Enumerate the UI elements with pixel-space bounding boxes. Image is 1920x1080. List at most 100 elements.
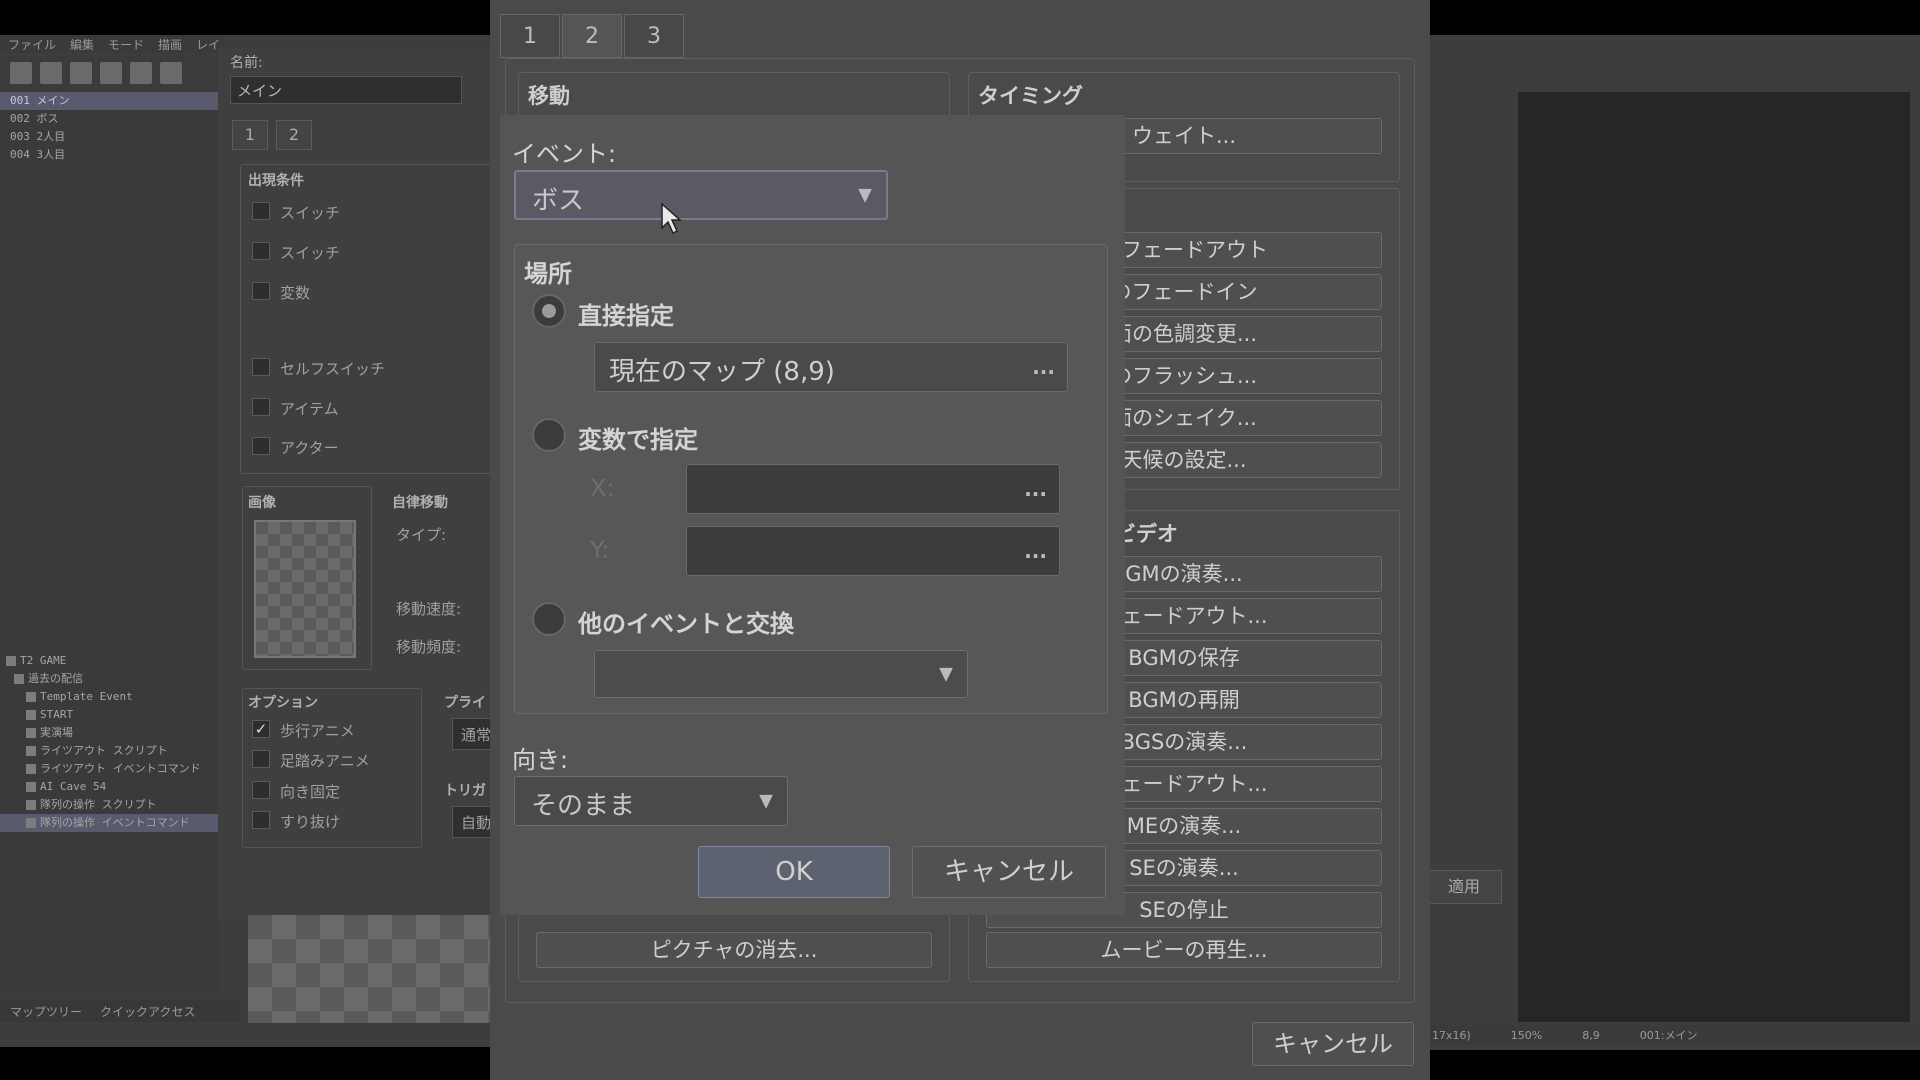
cut-icon[interactable] [100, 62, 122, 84]
map-canvas[interactable] [1518, 92, 1910, 1022]
direct-label: 直接指定 [578, 302, 674, 330]
menu-edit[interactable]: 編集 [70, 36, 94, 53]
condition-checkbox[interactable] [252, 437, 270, 455]
condition-checkbox[interactable] [252, 242, 270, 260]
map-tree: T2 GAME 過去の配信 Template Event START 実演場 ラ… [0, 652, 220, 992]
dialog-cancel-button[interactable]: キャンセル [1252, 1022, 1414, 1066]
open-icon[interactable] [40, 62, 62, 84]
tab-page-1[interactable]: 1 [232, 120, 268, 150]
tab-map-tree[interactable]: マップツリー [10, 1003, 82, 1020]
tree-item[interactable]: START [0, 706, 220, 724]
tree-item[interactable]: 隊列の操作 イベントコマンド [0, 814, 220, 832]
radio-direct[interactable] [532, 294, 566, 328]
direct-location-field[interactable]: 現在のマップ (8,9) ... [594, 342, 1068, 392]
tree-item-label: Template Event [40, 690, 133, 703]
bottom-tabs: マップツリー クイックアクセス [0, 1000, 240, 1022]
priority-title: プライ [444, 695, 486, 711]
map-icon [26, 782, 36, 792]
condition-label: アクター [280, 439, 339, 457]
tree-item[interactable]: AI Cave 54 [0, 778, 220, 796]
tab-3[interactable]: 3 [624, 14, 684, 58]
map-icon [26, 800, 36, 810]
condition-label: 変数 [280, 284, 311, 302]
tab-page-2[interactable]: 2 [276, 120, 312, 150]
x-variable-field[interactable]: ... [686, 464, 1060, 514]
tree-item[interactable]: 実演場 [0, 724, 220, 742]
tab-2[interactable]: 2 [562, 14, 622, 58]
tree-item[interactable]: 隊列の操作 スクリプト [0, 796, 220, 814]
list-item[interactable]: 004 3人目 [0, 146, 220, 164]
save-icon[interactable] [70, 62, 92, 84]
condition-checkbox[interactable] [252, 282, 270, 300]
tree-item-label: ライツアウト イベントコマンド [40, 762, 201, 775]
menu-file[interactable]: ファイル [8, 36, 56, 53]
condition-checkbox[interactable] [252, 358, 270, 376]
tree-item-label: START [40, 708, 74, 721]
map-icon [26, 764, 36, 774]
tree-item[interactable]: 過去の配信 [0, 670, 220, 688]
toolbar [0, 56, 225, 92]
direction-value: そのまま [531, 791, 636, 821]
status-map: 001:メイン [1639, 1029, 1698, 1042]
direct-location-value: 現在のマップ (8,9) [609, 357, 835, 387]
name-label: 名前: [230, 55, 263, 71]
map-icon [14, 674, 24, 684]
menu-layer[interactable]: レイ [196, 36, 220, 53]
radio-exchange[interactable] [532, 602, 566, 636]
list-item[interactable]: 003 2人目 [0, 128, 220, 146]
status-coords: 8,9 [1582, 1028, 1600, 1042]
map-icon [26, 728, 36, 738]
event-image[interactable] [254, 520, 356, 658]
tree-item[interactable]: ライツアウト スクリプト [0, 742, 220, 760]
tree-item-label: 隊列の操作 イベントコマンド [40, 816, 190, 829]
condition-checkbox[interactable] [252, 202, 270, 220]
ok-button[interactable]: OK [698, 846, 890, 898]
menu-draw[interactable]: 描画 [158, 36, 182, 53]
tree-item[interactable]: ライツアウト イベントコマンド [0, 760, 220, 778]
new-icon[interactable] [10, 62, 32, 84]
option-label: 向き固定 [280, 783, 341, 801]
event-select[interactable]: ボス ▼ [514, 170, 888, 220]
status-size: 17x16) [1432, 1028, 1471, 1042]
tree-item[interactable]: T2 GAME [0, 652, 220, 670]
project-icon [6, 656, 16, 666]
option-checkbox[interactable] [252, 750, 270, 768]
conditions-group [240, 164, 500, 474]
condition-checkbox[interactable] [252, 398, 270, 416]
conditions-title: 出現条件 [248, 173, 304, 189]
direction-label: 向き: [512, 746, 569, 774]
option-checkbox-checked[interactable]: ✓ [252, 720, 270, 738]
tree-item-label: ライツアウト スクリプト [40, 744, 168, 757]
more-icon: ... [1024, 539, 1047, 563]
option-checkbox[interactable] [252, 811, 270, 829]
tab-quick-access[interactable]: クイックアクセス [100, 1003, 195, 1020]
option-checkbox[interactable] [252, 781, 270, 799]
auto-speed-label: 移動速度: [396, 600, 462, 618]
timing-title: タイミング [978, 84, 1083, 108]
direction-select[interactable]: そのまま ▼ [514, 776, 788, 826]
tree-item-label: AI Cave 54 [40, 780, 107, 793]
name-field[interactable]: メイン [230, 76, 462, 104]
radio-variable[interactable] [532, 418, 566, 452]
play-movie-button[interactable]: ムービーの再生... [986, 932, 1382, 968]
tree-item[interactable]: Template Event [0, 688, 220, 706]
exchange-event-select[interactable]: ▼ [594, 650, 968, 698]
y-variable-field[interactable]: ... [686, 526, 1060, 576]
apply-button[interactable]: 適用 [1426, 870, 1502, 904]
paste-icon[interactable] [160, 62, 182, 84]
list-item[interactable]: 001 メイン [0, 92, 220, 110]
menu-mode[interactable]: モード [108, 36, 144, 53]
dropdown-arrow-icon: ▼ [858, 184, 872, 206]
tab-1[interactable]: 1 [500, 14, 560, 58]
copy-icon[interactable] [130, 62, 152, 84]
option-label: 足踏みアニメ [280, 752, 370, 770]
mouse-cursor-icon [661, 202, 682, 235]
erase-picture-button[interactable]: ピクチャの消去... [536, 932, 932, 968]
list-item[interactable]: 002 ボス [0, 110, 220, 128]
map-icon [26, 818, 36, 828]
location-title: 場所 [524, 260, 572, 288]
status-zoom: 150% [1510, 1028, 1543, 1042]
tree-item-label: 過去の配信 [28, 672, 83, 685]
cancel-button[interactable]: キャンセル [912, 846, 1106, 898]
dropdown-arrow-icon: ▼ [939, 663, 953, 685]
